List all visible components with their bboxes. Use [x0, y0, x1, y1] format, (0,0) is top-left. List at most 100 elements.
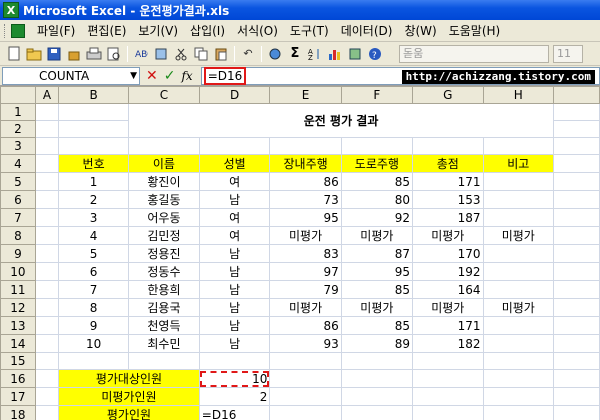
cell[interactable]: 171: [412, 172, 484, 191]
column-header[interactable]: B: [58, 86, 130, 104]
cell[interactable]: [34, 190, 60, 209]
menu-file[interactable]: 파일(F): [31, 22, 81, 39]
cell[interactable]: 남: [198, 244, 271, 263]
cell[interactable]: 남: [198, 334, 271, 353]
header-cell[interactable]: 성별: [198, 154, 271, 173]
cell[interactable]: 95: [340, 262, 414, 281]
cell[interactable]: 4: [58, 226, 130, 245]
cell[interactable]: 73: [269, 190, 342, 209]
column-header[interactable]: F: [340, 86, 414, 104]
open-folder-icon[interactable]: [25, 45, 43, 63]
cell[interactable]: 85: [340, 316, 414, 335]
row-header[interactable]: 3: [0, 137, 36, 155]
enter-icon[interactable]: ✓: [164, 68, 176, 84]
cell[interactable]: [269, 369, 342, 388]
worksheet-grid[interactable]: A B C D E F G H 1 운전 평가 결과 2 3 4 번호 이름 성…: [0, 86, 600, 420]
row-header[interactable]: 14: [0, 334, 36, 353]
cell[interactable]: [553, 262, 600, 281]
cell[interactable]: [198, 137, 271, 155]
copy-icon[interactable]: [192, 45, 210, 63]
cell[interactable]: [482, 190, 555, 209]
cell[interactable]: [412, 369, 484, 388]
cell[interactable]: 182: [412, 334, 484, 353]
summary-label[interactable]: 평가인원: [58, 405, 200, 420]
cell[interactable]: 86: [269, 316, 342, 335]
row-header[interactable]: 15: [0, 352, 36, 370]
cell[interactable]: [34, 120, 60, 138]
cell[interactable]: 미평가: [340, 298, 414, 317]
chart-wizard-icon[interactable]: [326, 45, 344, 63]
cell[interactable]: [34, 154, 60, 173]
cell[interactable]: [340, 137, 414, 155]
header-cell[interactable]: 장내주행: [269, 154, 342, 173]
cell[interactable]: [269, 387, 342, 406]
column-header[interactable]: E: [269, 86, 342, 104]
font-size-select[interactable]: 11: [553, 44, 583, 63]
cell[interactable]: 87: [340, 244, 414, 263]
cell[interactable]: [553, 172, 600, 191]
cell[interactable]: [34, 280, 60, 299]
cell[interactable]: 187: [412, 208, 484, 227]
insert-function-icon[interactable]: fx: [181, 69, 192, 83]
permission-icon[interactable]: [65, 45, 83, 63]
menu-view[interactable]: 보기(V): [132, 22, 184, 39]
row-header[interactable]: 16: [0, 369, 36, 388]
header-cell[interactable]: 이름: [128, 154, 200, 173]
cell[interactable]: [58, 120, 130, 138]
row-header[interactable]: 8: [0, 226, 36, 245]
undo-icon[interactable]: ↶: [239, 45, 257, 63]
cell[interactable]: 192: [412, 262, 484, 281]
cell[interactable]: 164: [412, 280, 484, 299]
cell[interactable]: [553, 103, 600, 121]
cell[interactable]: [34, 387, 60, 406]
cell[interactable]: 여: [198, 172, 271, 191]
cell[interactable]: 남: [198, 262, 271, 281]
cell[interactable]: 10: [58, 334, 130, 353]
cell[interactable]: 95: [269, 208, 342, 227]
row-header[interactable]: 5: [0, 172, 36, 191]
cell[interactable]: 170: [412, 244, 484, 263]
cell[interactable]: [412, 405, 484, 420]
print-preview-icon[interactable]: [105, 45, 123, 63]
cell[interactable]: [553, 154, 600, 173]
cell[interactable]: [340, 387, 414, 406]
cell[interactable]: [34, 369, 60, 388]
cell[interactable]: 3: [58, 208, 130, 227]
cell[interactable]: [482, 334, 555, 353]
row-header[interactable]: 10: [0, 262, 36, 281]
cell[interactable]: 남: [198, 280, 271, 299]
sheet-title[interactable]: 운전 평가 결과: [128, 103, 555, 138]
column-header[interactable]: C: [128, 86, 200, 104]
summary-label[interactable]: 평가대상인원: [58, 369, 200, 388]
row-header[interactable]: 4: [0, 154, 36, 173]
menu-window[interactable]: 창(W): [398, 22, 442, 39]
cell[interactable]: [34, 172, 60, 191]
cell[interactable]: 정동수: [128, 262, 200, 281]
sort-ascending-icon[interactable]: AZ: [306, 45, 324, 63]
cell[interactable]: [482, 369, 555, 388]
cell[interactable]: 김용국: [128, 298, 200, 317]
cell[interactable]: [412, 352, 484, 370]
cell[interactable]: [269, 137, 342, 155]
cell[interactable]: [34, 405, 60, 420]
cell[interactable]: [34, 137, 60, 155]
cell[interactable]: 92: [340, 208, 414, 227]
row-header[interactable]: 1: [0, 103, 36, 121]
cell[interactable]: 여: [198, 226, 271, 245]
cell[interactable]: [128, 137, 200, 155]
save-icon[interactable]: [45, 45, 63, 63]
row-header[interactable]: 18: [0, 405, 36, 420]
cut-icon[interactable]: [172, 45, 190, 63]
cell[interactable]: 미평가: [482, 226, 555, 245]
cell[interactable]: [482, 280, 555, 299]
column-header[interactable]: A: [34, 86, 60, 104]
summary-value[interactable]: 10: [198, 369, 271, 388]
cell[interactable]: [128, 352, 200, 370]
cell[interactable]: [198, 352, 271, 370]
cell[interactable]: 홍길동: [128, 190, 200, 209]
cell[interactable]: [553, 352, 600, 370]
cell[interactable]: [482, 208, 555, 227]
cell[interactable]: 97: [269, 262, 342, 281]
cell[interactable]: 85: [340, 172, 414, 191]
cell[interactable]: [553, 316, 600, 335]
